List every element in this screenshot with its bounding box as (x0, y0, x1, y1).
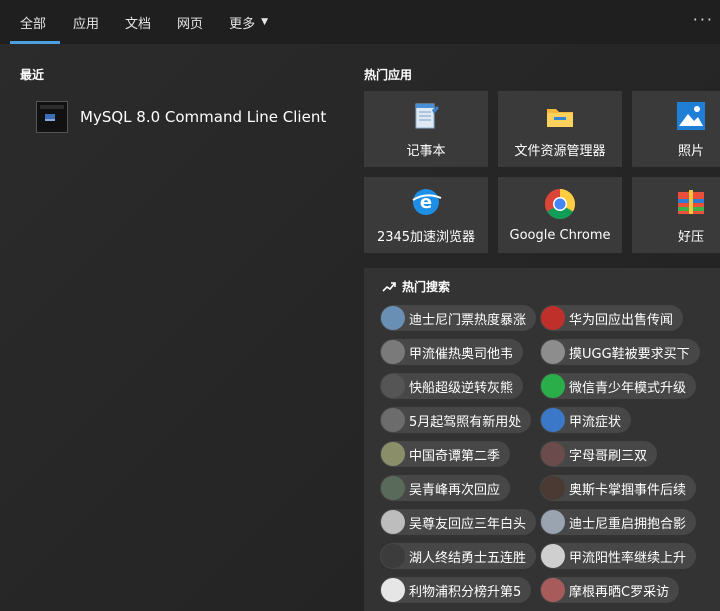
tab-documents[interactable]: 文档 (112, 0, 164, 44)
app-tile-label: 好压 (677, 229, 704, 245)
hot-search-item[interactable]: 利物浦积分榜升第5 (380, 577, 532, 603)
thumbnail-avatar-icon (381, 340, 405, 364)
tab-web-label: 网页 (177, 16, 204, 32)
hot-search-panel: 热门搜索 迪士尼门票热度暴涨 华为回应出售传闻甲流催热奥司他韦 摸UGG鞋被要求买下… (364, 268, 720, 611)
tab-apps[interactable]: 应用 (60, 0, 112, 44)
hot-search-item[interactable]: 甲流症状 (540, 407, 632, 433)
trending-icon (382, 281, 396, 292)
hot-search-item[interactable]: 吴青峰再次回应 (380, 475, 511, 501)
app-tile-label: 照片 (677, 143, 704, 159)
haozip-icon (675, 186, 707, 218)
hot-search-item-label: 奥斯卡掌掴事件后续 (569, 482, 687, 498)
hot-search-item[interactable]: 摩根再晒C罗采访 (540, 577, 680, 603)
recent-item-mysql[interactable]: MySQL 8.0 Command Line Client (36, 101, 336, 133)
hot-search-item[interactable]: 5月起驾照有新用处 (380, 407, 532, 433)
thumbnail-avatar-icon (381, 476, 405, 500)
hot-search-item[interactable]: 微信青少年模式升级 (540, 373, 697, 399)
chrome-icon (544, 188, 576, 220)
app-tile-chrome[interactable]: Google Chrome (498, 177, 622, 253)
tab-all-label: 全部 (20, 16, 47, 32)
folder-icon (544, 100, 576, 132)
hot-search-item[interactable]: 迪士尼门票热度暴涨 (380, 305, 537, 331)
hot-search-item-label: 迪士尼重启拥抱合影 (569, 516, 687, 532)
thumbnail-avatar-icon (381, 578, 405, 602)
hot-search-title: 热门搜索 (382, 278, 450, 295)
hot-search-item-label: 摸UGG鞋被要求买下 (569, 346, 690, 362)
browser-2345-icon: e (410, 186, 442, 218)
thumbnail-avatar-icon (541, 578, 565, 602)
app-tile-haozip[interactable]: 好压 (632, 177, 720, 253)
hot-search-item-label: 甲流症状 (569, 414, 622, 430)
hot-search-item[interactable]: 华为回应出售传闻 (540, 305, 684, 331)
hot-search-item[interactable]: 奥斯卡掌掴事件后续 (540, 475, 697, 501)
hot-search-item[interactable]: 快船超级逆转灰熊 (380, 373, 524, 399)
thumbnail-avatar-icon (381, 408, 405, 432)
hot-search-item-label: 利物浦积分榜升第5 (409, 584, 522, 600)
recent-section-title: 最近 (20, 68, 45, 82)
hot-search-item-label: 中国奇谭第二季 (409, 448, 501, 464)
tab-web[interactable]: 网页 (164, 0, 216, 44)
thumbnail-avatar-icon (381, 544, 405, 568)
thumbnail-avatar-icon (541, 306, 565, 330)
photos-icon (675, 100, 707, 132)
hot-search-item[interactable]: 字母哥刷三双 (540, 441, 658, 467)
thumbnail-avatar-icon (381, 374, 405, 398)
hot-search-item-label: 吴尊友回应三年白头 (409, 516, 527, 532)
hot-search-item-label: 微信青少年模式升级 (569, 380, 687, 396)
hot-search-title-label: 热门搜索 (402, 280, 451, 294)
app-tile-label: 记事本 (406, 143, 446, 159)
app-tile-label: Google Chrome (509, 227, 611, 243)
thumbnail-avatar-icon (541, 408, 565, 432)
hot-search-item[interactable]: 甲流催热奥司他韦 (380, 339, 524, 365)
hot-search-item-label: 迪士尼门票热度暴涨 (409, 312, 527, 328)
thumbnail-avatar-icon (541, 442, 565, 466)
hot-search-item-label: 摩根再晒C罗采访 (569, 584, 670, 600)
app-tile-2345-browser[interactable]: e 2345加速浏览器 (364, 177, 488, 253)
thumbnail-avatar-icon (381, 510, 405, 534)
app-tile-notepad[interactable]: 记事本 (364, 91, 488, 167)
hot-search-item[interactable]: 甲流阳性率继续上升 (540, 543, 697, 569)
tab-documents-label: 文档 (125, 16, 152, 32)
app-tile-photos[interactable]: 照片 (632, 91, 720, 167)
hot-search-item[interactable]: 吴尊友回应三年白头 (380, 509, 537, 535)
tab-more-label: 更多 (229, 16, 256, 32)
tab-all[interactable]: 全部 (0, 0, 61, 44)
chevron-down-icon: ▼ (261, 17, 268, 27)
recent-item-label: MySQL 8.0 Command Line Client (80, 108, 327, 126)
thumbnail-avatar-icon (381, 306, 405, 330)
search-results-pane: 最近 MySQL 8.0 Command Line Client 热门应用 记事… (0, 44, 720, 611)
hot-search-item-label: 甲流阳性率继续上升 (569, 550, 687, 566)
hot-search-item[interactable]: 摸UGG鞋被要求买下 (540, 339, 700, 365)
hot-search-item-label: 5月起驾照有新用处 (409, 414, 522, 430)
thumbnail-avatar-icon (541, 510, 565, 534)
app-tile-label: 文件资源管理器 (514, 143, 606, 159)
hot-search-item-label: 快船超级逆转灰熊 (409, 380, 514, 396)
ellipsis-icon[interactable]: ··· (693, 10, 714, 29)
notepad-icon (410, 100, 442, 132)
app-tile-label: 2345加速浏览器 (376, 229, 476, 245)
hot-search-item-label: 华为回应出售传闻 (569, 312, 674, 328)
hot-search-item-label: 湖人终结勇士五连胜 (409, 550, 527, 566)
app-tile-file-explorer[interactable]: 文件资源管理器 (498, 91, 622, 167)
terminal-icon (36, 101, 68, 133)
tab-apps-label: 应用 (73, 16, 100, 32)
hot-search-item-label: 吴青峰再次回应 (409, 482, 501, 498)
thumbnail-avatar-icon (541, 476, 565, 500)
hot-search-item[interactable]: 中国奇谭第二季 (380, 441, 511, 467)
thumbnail-avatar-icon (541, 340, 565, 364)
hot-search-item[interactable]: 湖人终结勇士五连胜 (380, 543, 537, 569)
top-nav: 全部 应用 文档 网页 更多 ▼ ··· (0, 0, 720, 44)
hot-search-item[interactable]: 迪士尼重启拥抱合影 (540, 509, 697, 535)
hot-search-item-label: 字母哥刷三双 (569, 448, 648, 464)
tab-more[interactable]: 更多 ▼ (216, 0, 281, 44)
thumbnail-avatar-icon (541, 544, 565, 568)
thumbnail-avatar-icon (381, 442, 405, 466)
hot-search-item-label: 甲流催热奥司他韦 (409, 346, 514, 362)
thumbnail-avatar-icon (541, 374, 565, 398)
hot-apps-title: 热门应用 (364, 68, 413, 82)
